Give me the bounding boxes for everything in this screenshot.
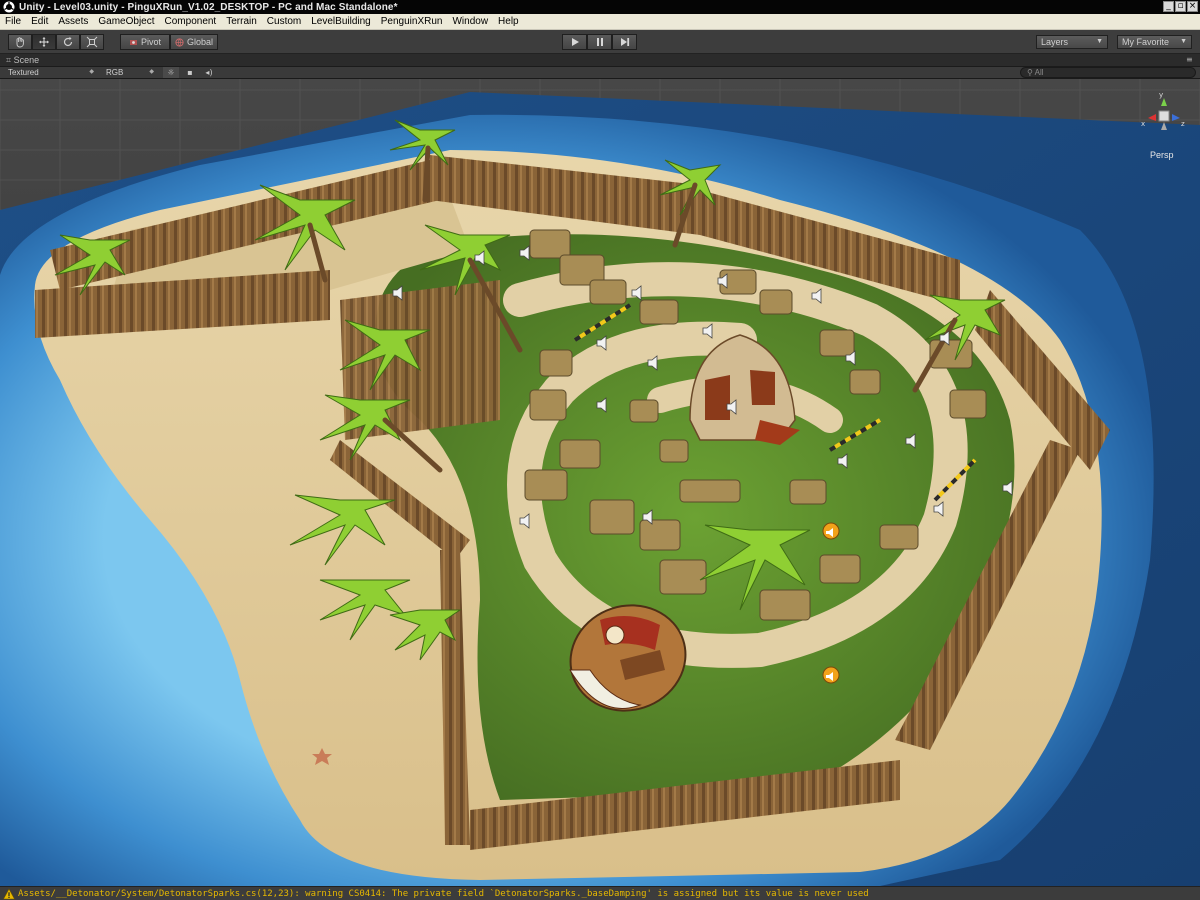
hand-tool-button[interactable]	[8, 34, 32, 50]
status-bar[interactable]: Assets/__Detonator/System/DetonatorSpark…	[0, 886, 1200, 900]
scene-tab-bar: ⌗ Scene ≡	[0, 54, 1200, 67]
render-mode-label: Textured	[8, 68, 39, 77]
hand-tool-icon	[16, 37, 24, 48]
layout-label: My Favorite	[1122, 37, 1170, 47]
scene-tab[interactable]: ⌗ Scene	[6, 54, 39, 67]
scene-view-icon: ⌗	[6, 55, 12, 65]
menu-levelbuilding[interactable]: LevelBuilding	[306, 14, 376, 30]
close-icon[interactable]: ×	[1187, 1, 1198, 12]
search-icon: ⚲	[1027, 68, 1033, 77]
play-button[interactable]	[562, 34, 587, 50]
play-controls	[562, 34, 637, 50]
rotate-tool-button[interactable]	[56, 34, 80, 50]
scene-search-input[interactable]: ⚲ All	[1020, 67, 1196, 78]
scale-tool-icon	[86, 36, 98, 48]
scene-control-bar: Textured ◆ RGB ◆ ☼ ▪ ◂) ⚲ All	[0, 67, 1200, 79]
layers-dropdown[interactable]: Layers ▼	[1036, 35, 1108, 49]
panel-menu-icon[interactable]: ≡	[1186, 56, 1194, 64]
layout-dropdown[interactable]: My Favorite ▼	[1117, 35, 1192, 49]
menu-penguinxrun[interactable]: PenguinXRun	[376, 14, 448, 30]
scene-audio-toggle[interactable]: ◂)	[201, 67, 217, 78]
menu-assets[interactable]: Assets	[53, 14, 93, 30]
menu-terrain[interactable]: Terrain	[221, 14, 262, 30]
color-mode-label: RGB	[106, 68, 124, 77]
search-placeholder: All	[1034, 68, 1044, 77]
title-bar: Unity - Level03.unity - PinguXRun_V1.02_…	[0, 0, 1200, 14]
globe-icon	[175, 37, 184, 47]
dropdown-arrow-icon: ◆	[89, 69, 94, 75]
layers-label: Layers	[1041, 37, 1069, 47]
menu-custom[interactable]: Custom	[262, 14, 306, 30]
unity-logo-icon	[3, 1, 15, 13]
minimize-icon[interactable]: _	[1163, 1, 1174, 12]
move-tool-icon	[39, 37, 49, 47]
transform-tools	[8, 34, 104, 50]
global-toggle[interactable]: Global	[170, 34, 218, 50]
gizmo-y-label: y	[1159, 91, 1163, 99]
scene-viewport[interactable]: y x z Persp	[0, 79, 1200, 886]
menu-window[interactable]: Window	[447, 14, 493, 30]
pause-icon	[596, 38, 603, 46]
pivot-controls: Pivot Global	[120, 34, 218, 50]
console-message: Assets/__Detonator/System/DetonatorSpark…	[18, 888, 869, 899]
menu-file[interactable]: File	[0, 14, 26, 30]
pivot-label: Pivot	[140, 37, 161, 47]
move-tool-button[interactable]	[32, 34, 56, 50]
global-label: Global	[186, 37, 213, 47]
rotate-tool-icon	[63, 36, 73, 47]
menu-help[interactable]: Help	[493, 14, 524, 30]
menu-bar: File Edit Assets GameObject Component Te…	[0, 14, 1200, 30]
scale-tool-button[interactable]	[80, 34, 104, 50]
menu-gameobject[interactable]: GameObject	[93, 14, 159, 30]
scene-lighting-toggle[interactable]: ☼	[163, 67, 179, 78]
dropdown-arrow-icon: ▼	[1180, 38, 1187, 45]
pivot-toggle[interactable]: Pivot	[120, 34, 170, 50]
render-mode-dropdown[interactable]: Textured ◆	[8, 67, 94, 78]
gizmo-z-label: z	[1181, 120, 1185, 128]
pause-button[interactable]	[587, 34, 612, 50]
dropdown-arrow-icon: ◆	[149, 69, 154, 75]
dropdown-arrow-icon: ▼	[1096, 38, 1103, 45]
sun-icon: ☼	[167, 68, 175, 77]
menu-edit[interactable]: Edit	[26, 14, 53, 30]
menu-component[interactable]: Component	[160, 14, 222, 30]
speaker-icon: ◂)	[205, 68, 213, 77]
scene-tab-label: Scene	[13, 55, 40, 65]
image-icon: ▪	[187, 68, 193, 77]
scene-overlay-toggle[interactable]: ▪	[182, 67, 198, 78]
window-controls: _ ▫ ×	[1163, 1, 1198, 12]
step-button[interactable]	[612, 34, 637, 50]
color-mode-dropdown[interactable]: RGB ◆	[106, 67, 154, 78]
main-toolbar: Pivot Global Layers ▼ My Favorite ▼	[0, 30, 1200, 54]
window-title: Unity - Level03.unity - PinguXRun_V1.02_…	[19, 1, 398, 13]
play-icon	[571, 38, 579, 46]
warning-icon	[3, 887, 15, 899]
step-icon	[620, 38, 629, 46]
scene-render	[0, 79, 1200, 886]
camera-mode-label[interactable]: Persp	[1150, 150, 1174, 160]
orientation-gizmo[interactable]: y x z	[1140, 88, 1188, 140]
gizmo-x-label: x	[1141, 120, 1145, 128]
maximize-icon[interactable]: ▫	[1175, 1, 1186, 12]
pivot-icon	[129, 39, 137, 45]
